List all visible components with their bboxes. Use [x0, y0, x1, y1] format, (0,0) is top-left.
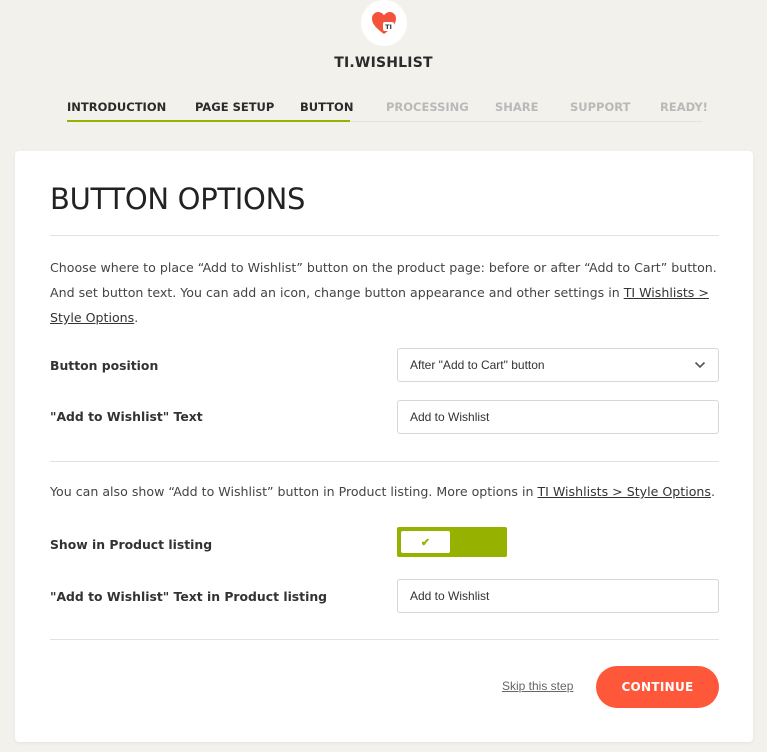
step-introduction[interactable]: INTRODUCTION	[67, 100, 166, 114]
divider	[50, 639, 719, 640]
intro-end: .	[134, 310, 139, 325]
check-icon: ✔	[420, 536, 431, 549]
step-ready[interactable]: READY!	[660, 100, 708, 114]
intro-line-2: And set button text. You can add an icon…	[50, 285, 624, 300]
intro-line-1: Choose where to place “Add to Wishlist” …	[50, 260, 717, 275]
divider	[50, 461, 719, 462]
listing-style-options-link[interactable]: TI Wishlists > Style Options	[537, 484, 710, 499]
listing-text-label: "Add to Wishlist" Text in Product listin…	[50, 589, 328, 604]
listing-note: You can also show “Add to Wishlist” butt…	[50, 484, 715, 499]
style-options-link[interactable]: TI Wishlists >	[624, 285, 709, 300]
listing-note-text: You can also show “Add to Wishlist” butt…	[50, 484, 538, 499]
brand-logo: TI	[361, 0, 407, 46]
steps-progress-bar	[67, 120, 350, 122]
step-page-setup[interactable]: PAGE SETUP	[195, 100, 274, 114]
intro-text: Choose where to place “Add to Wishlist” …	[50, 255, 720, 330]
listing-text-input[interactable]	[397, 579, 719, 613]
toggle-knob: ✔	[401, 531, 450, 553]
settings-card: BUTTON OPTIONS Choose where to place “Ad…	[15, 151, 753, 742]
button-text-input[interactable]	[397, 400, 719, 434]
listing-note-end: .	[710, 484, 715, 499]
page-title: BUTTON OPTIONS	[50, 182, 306, 216]
heart-icon: TI	[372, 12, 396, 34]
continue-button[interactable]: CONTINUE	[596, 666, 719, 708]
step-processing[interactable]: PROCESSING	[386, 100, 469, 114]
button-position-value: After "Add to Cart" button	[410, 358, 545, 372]
step-support[interactable]: SUPPORT	[570, 100, 630, 114]
wizard-steps: INTRODUCTION PAGE SETUP BUTTON PROCESSIN…	[67, 96, 708, 122]
button-position-label: Button position	[50, 358, 159, 373]
logo-text: TI	[385, 23, 392, 31]
step-share[interactable]: SHARE	[495, 100, 539, 114]
style-options-link-cont[interactable]: Style Options	[50, 310, 134, 325]
step-button[interactable]: BUTTON	[300, 100, 353, 114]
button-text-label: "Add to Wishlist" Text	[50, 409, 203, 424]
show-listing-toggle[interactable]: ✔	[397, 527, 507, 557]
skip-step-link[interactable]: Skip this step	[502, 679, 573, 693]
button-position-select[interactable]: After "Add to Cart" button	[397, 348, 719, 382]
chevron-down-icon	[694, 361, 706, 369]
divider	[50, 235, 719, 236]
show-listing-label: Show in Product listing	[50, 537, 213, 552]
brand-name: TI.WISHLIST	[334, 55, 433, 71]
